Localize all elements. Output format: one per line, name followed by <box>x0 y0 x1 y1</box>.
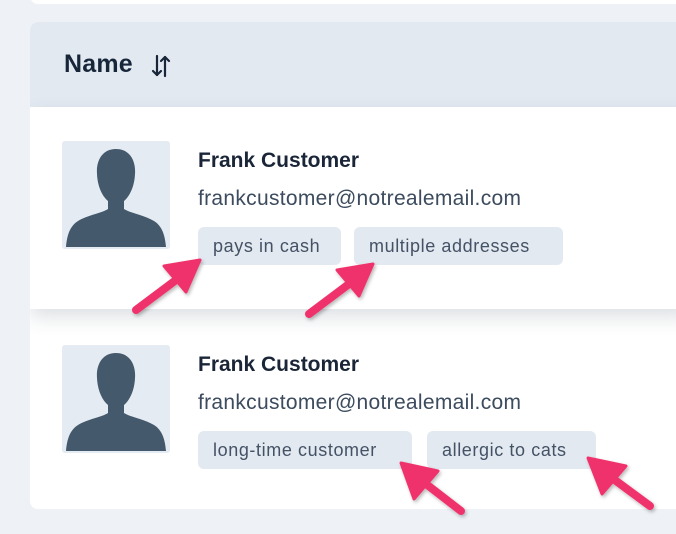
avatar <box>62 345 170 453</box>
customer-name: Frank Customer <box>198 149 360 172</box>
top-panel-edge <box>30 0 676 4</box>
customer-email: frankcustomer@notrealemail.com <box>198 391 522 414</box>
name-column-header[interactable]: Name <box>64 50 133 79</box>
customer-email: frankcustomer@notrealemail.com <box>198 187 522 210</box>
customer-tag[interactable]: allergic to cats <box>427 431 596 469</box>
customer-name: Frank Customer <box>198 353 360 376</box>
person-silhouette-icon <box>66 353 166 451</box>
table-row[interactable]: Frank Customer frankcustomer@notrealemai… <box>30 107 676 309</box>
customer-tag[interactable]: multiple addresses <box>354 227 563 265</box>
table-header: Name <box>30 22 676 107</box>
customer-tag[interactable]: pays in cash <box>198 227 341 265</box>
customer-tag[interactable]: long-time customer <box>198 431 412 469</box>
avatar <box>62 141 170 249</box>
person-silhouette-icon <box>66 149 166 247</box>
customer-table: Name Frank Customer frankcustomer@notrea… <box>30 22 676 509</box>
sort-arrows-icon[interactable] <box>150 52 172 82</box>
table-row[interactable]: Frank Customer frankcustomer@notrealemai… <box>30 309 676 509</box>
